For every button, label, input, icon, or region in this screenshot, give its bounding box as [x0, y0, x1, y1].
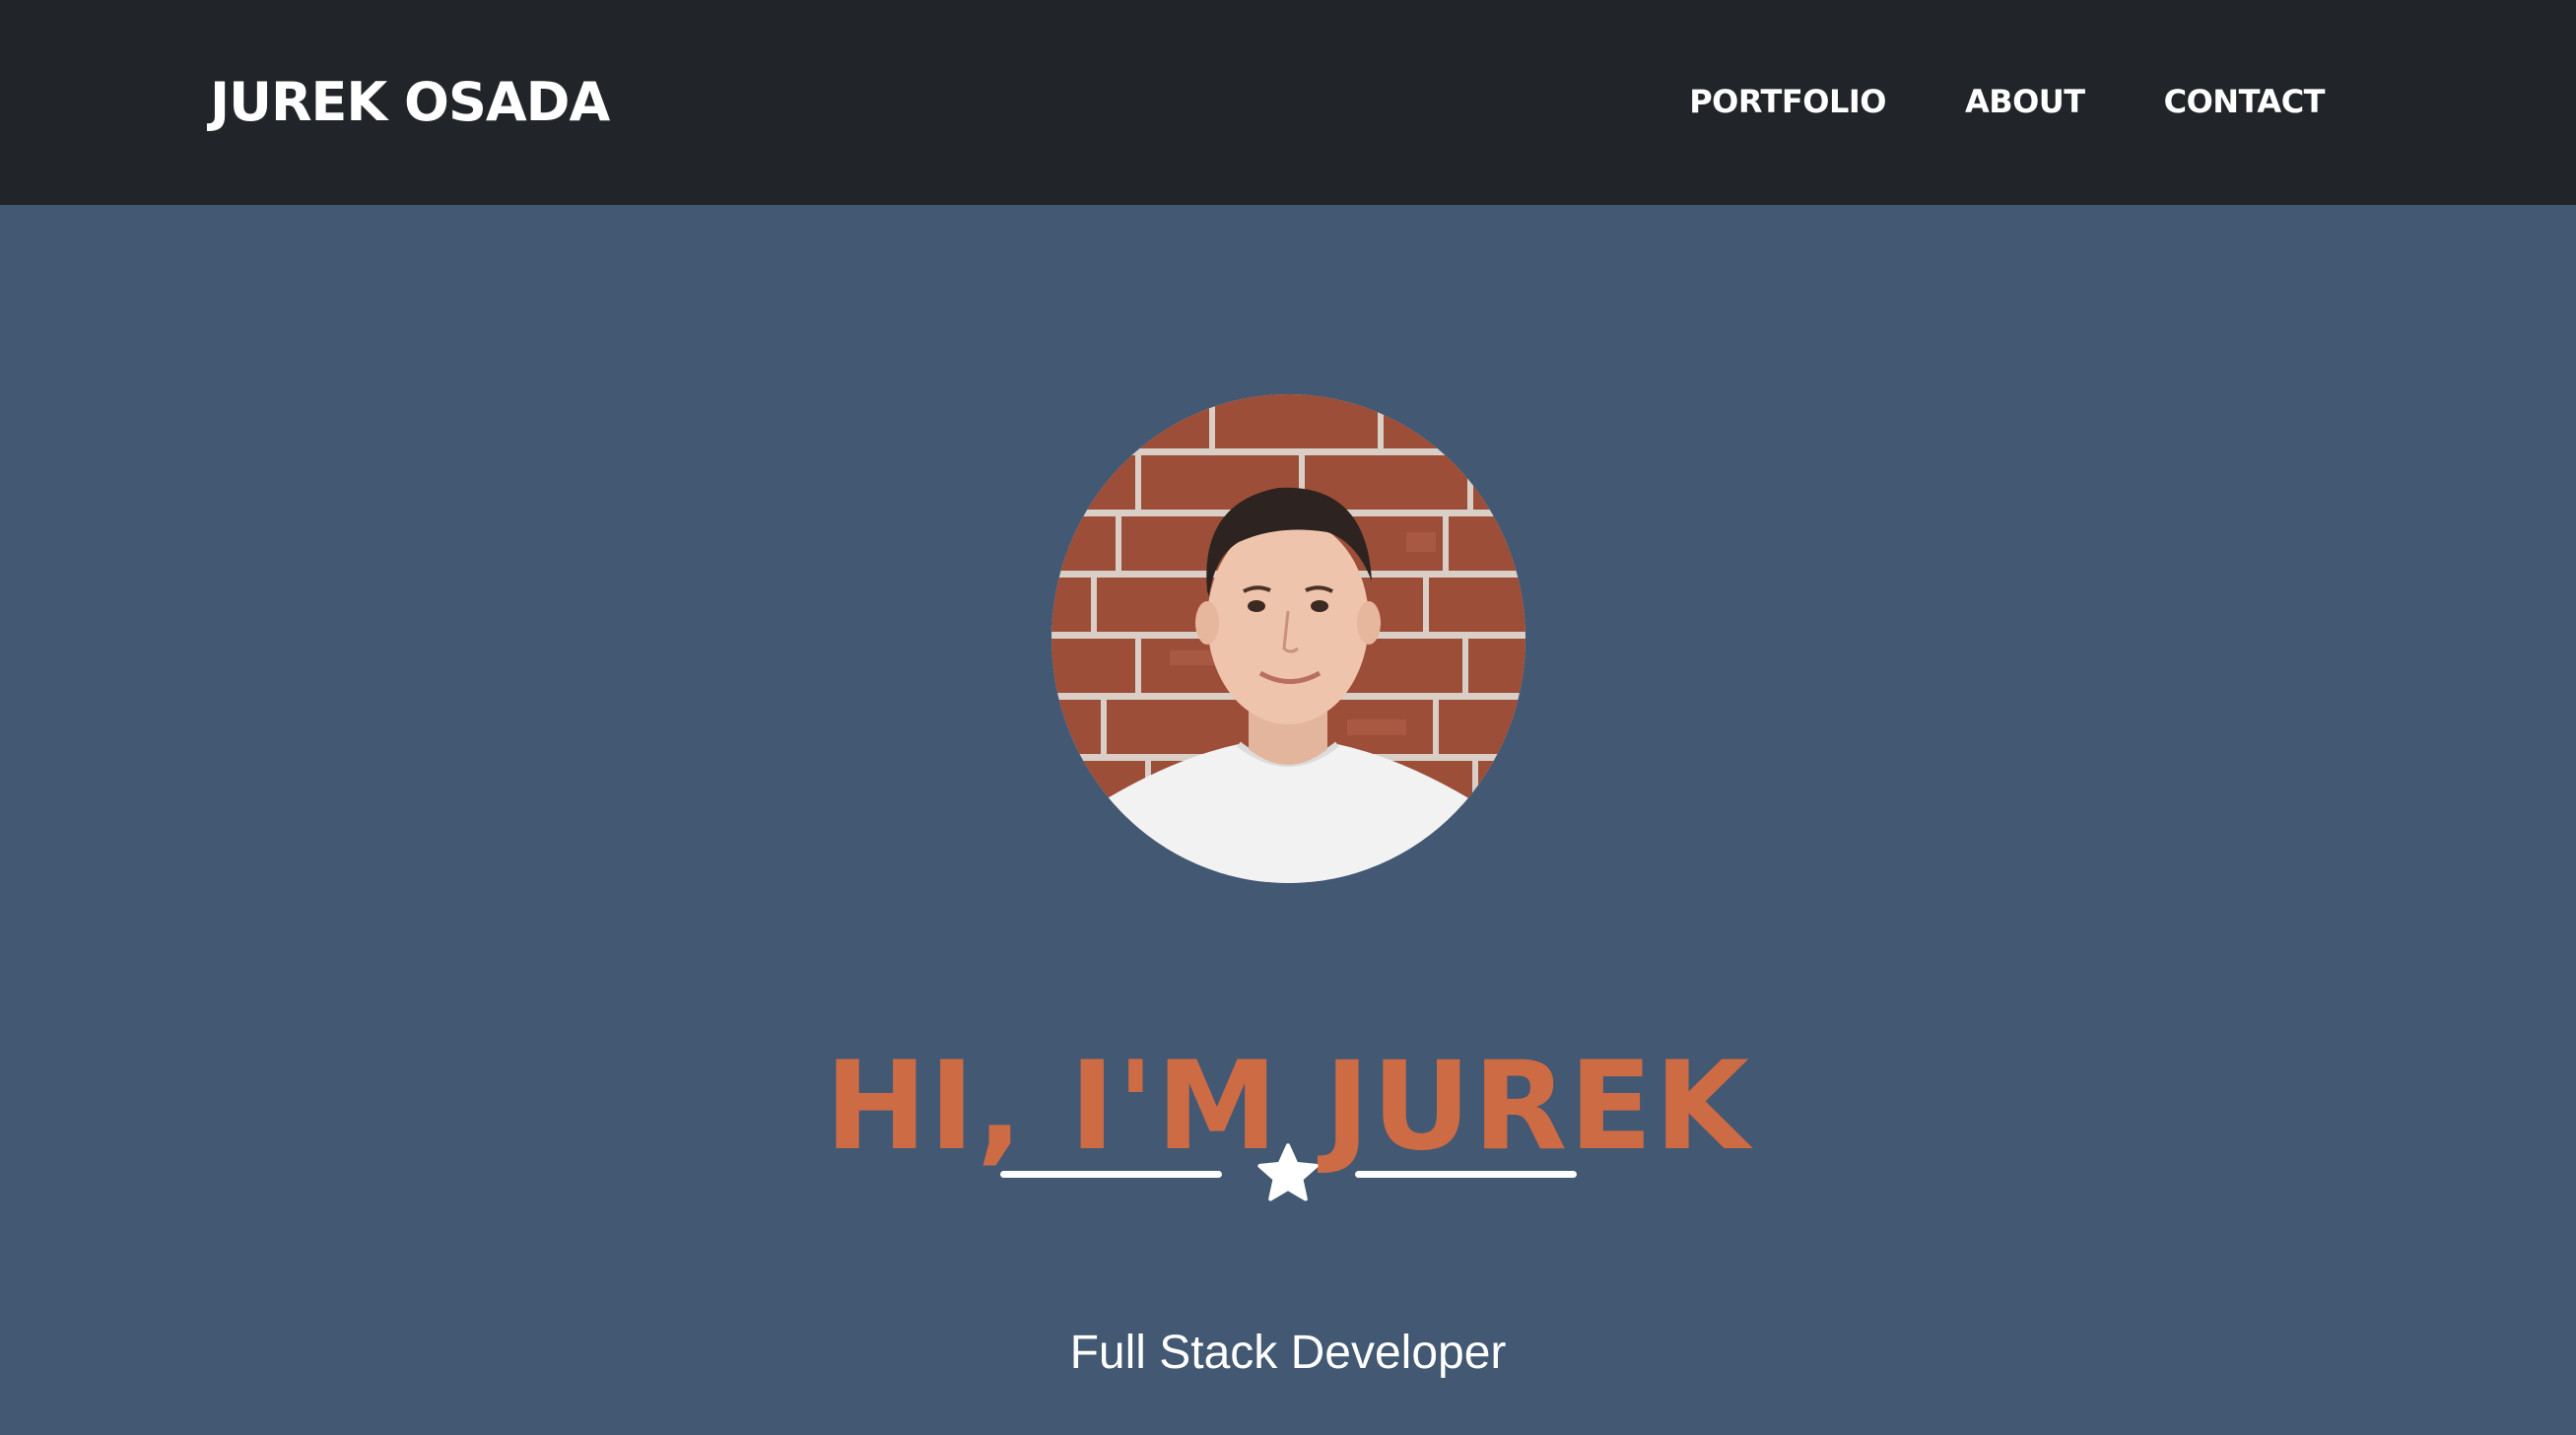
nav-link-contact[interactable]: CONTACT: [2164, 74, 2326, 129]
nav-link-portfolio[interactable]: PORTFOLIO: [1689, 74, 1886, 129]
hero-subheading: Full Stack Developer: [1069, 1327, 1507, 1379]
divider-line-left: [1000, 1171, 1222, 1178]
brand-link[interactable]: JUREK OSADA: [210, 67, 610, 138]
divider-line-right: [1355, 1171, 1577, 1178]
profile-photo: [1051, 394, 1525, 883]
navbar: JUREK OSADA PORTFOLIO ABOUT CONTACT: [0, 0, 2576, 205]
avatar: [1051, 394, 1525, 883]
nav-link-about[interactable]: ABOUT: [1965, 74, 2085, 129]
main-nav: PORTFOLIO ABOUT CONTACT: [1689, 74, 2325, 129]
star-divider: [0, 1133, 2576, 1212]
star-icon: [1257, 1143, 1319, 1201]
